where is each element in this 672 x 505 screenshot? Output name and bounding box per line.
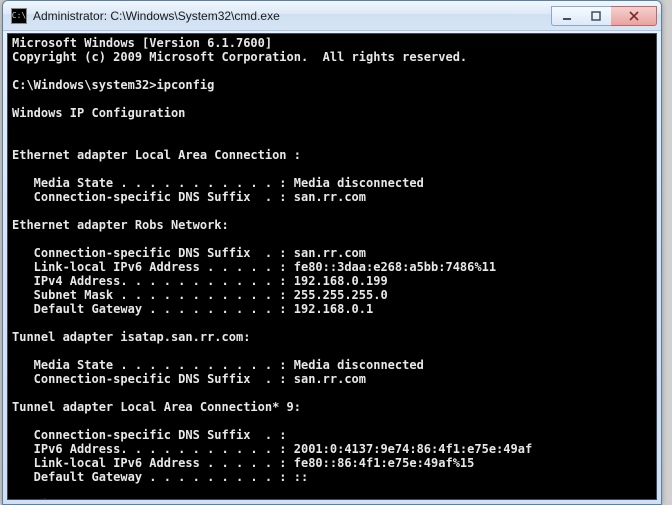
banner-line: Microsoft Windows [Version 6.1.7600]: [12, 36, 272, 50]
output-line: IPv6 Address. . . . . . . . . . . : 2001…: [12, 442, 532, 456]
output-line: Connection-specific DNS Suffix . : san.r…: [12, 246, 366, 260]
adapter-title: Ethernet adapter Robs Network:: [12, 218, 229, 232]
output-line: Connection-specific DNS Suffix . : san.r…: [12, 372, 366, 386]
adapter-title: Tunnel adapter Local Area Connection* 9:: [12, 400, 301, 414]
output-line: Media State . . . . . . . . . . . : Medi…: [12, 176, 424, 190]
output-line: Media State . . . . . . . . . . . : Medi…: [12, 358, 424, 372]
window-controls: [551, 6, 657, 26]
output-line: Default Gateway . . . . . . . . . : 192.…: [12, 302, 373, 316]
window-title: Administrator: C:\Windows\System32\cmd.e…: [33, 9, 551, 23]
output-line: Link-local IPv6 Address . . . . . : fe80…: [12, 260, 496, 274]
output-line: Subnet Mask . . . . . . . . . . . : 255.…: [12, 288, 388, 302]
close-icon: [629, 11, 639, 21]
output-line: Link-local IPv6 Address . . . . . : fe80…: [12, 456, 474, 470]
maximize-icon: [590, 10, 602, 22]
ipconfig-header: Windows IP Configuration: [12, 106, 185, 120]
typed-command: ipconfig: [157, 78, 215, 92]
console-viewport[interactable]: Microsoft Windows [Version 6.1.7600] Cop…: [7, 33, 657, 500]
minimize-icon: [561, 10, 573, 22]
output-line: IPv4 Address. . . . . . . . . . . : 192.…: [12, 274, 388, 288]
prompt[interactable]: C:\Windows\system32>: [12, 498, 157, 500]
copyright-line: Copyright (c) 2009 Microsoft Corporation…: [12, 50, 467, 64]
output-line: Connection-specific DNS Suffix . :: [12, 428, 287, 442]
titlebar[interactable]: C:\ Administrator: C:\Windows\System32\c…: [3, 1, 661, 31]
prompt: C:\Windows\system32>: [12, 78, 157, 92]
output-line: Default Gateway . . . . . . . . . : ::: [12, 470, 308, 484]
cmd-icon: C:\: [11, 8, 27, 24]
adapter-title: Tunnel adapter isatap.san.rr.com:: [12, 330, 250, 344]
cmd-window: C:\ Administrator: C:\Windows\System32\c…: [2, 0, 662, 505]
close-button[interactable]: [611, 6, 657, 26]
console-output: Microsoft Windows [Version 6.1.7600] Cop…: [8, 34, 656, 500]
output-line: Connection-specific DNS Suffix . : san.r…: [12, 190, 366, 204]
maximize-button[interactable]: [581, 6, 611, 26]
minimize-button[interactable]: [551, 6, 581, 26]
adapter-title: Ethernet adapter Local Area Connection :: [12, 148, 301, 162]
